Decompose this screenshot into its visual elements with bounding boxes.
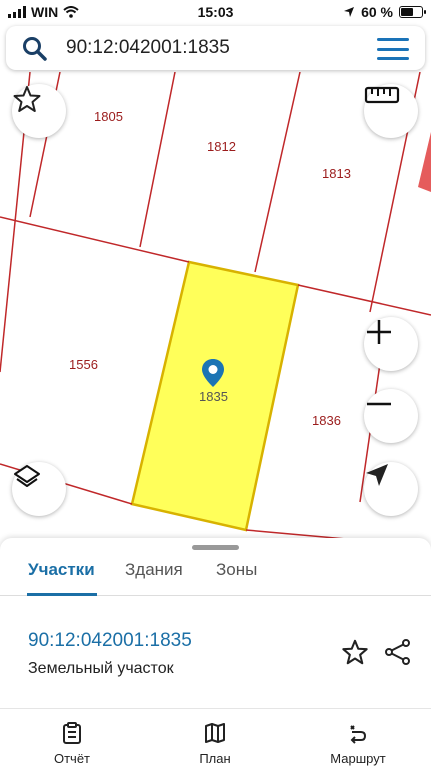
battery-icon xyxy=(399,6,426,18)
layers-button[interactable] xyxy=(12,462,66,516)
route-icon xyxy=(350,725,367,744)
plot-label: 1556 xyxy=(69,357,98,372)
sheet-drag-handle[interactable] xyxy=(192,545,239,550)
search-input[interactable] xyxy=(66,32,356,64)
nav-report-label: Отчёт xyxy=(53,751,91,766)
battery-percent: 60 % xyxy=(361,4,393,20)
report-icon xyxy=(63,722,81,744)
plot-label-selected: 1835 xyxy=(199,389,228,404)
nav-report[interactable]: Отчёт xyxy=(12,709,132,768)
favorite-star-icon[interactable] xyxy=(341,638,369,666)
map-plan-icon xyxy=(205,723,225,743)
cadastral-map[interactable]: 1805 1812 1813 1556 1835 1836 xyxy=(0,72,431,542)
location-arrow-icon xyxy=(344,7,355,17)
nav-route-label: Маршрут xyxy=(330,751,386,766)
nav-plan-label: План xyxy=(199,751,231,766)
nav-plan[interactable]: План xyxy=(155,709,275,768)
nav-route[interactable]: Маршрут xyxy=(298,709,418,768)
plot-label: 1812 xyxy=(207,139,236,154)
tab-plots[interactable]: Участки xyxy=(28,560,95,580)
status-bar: WIN 15:03 60 % xyxy=(0,0,431,24)
favorite-button[interactable] xyxy=(12,84,66,138)
search-icon[interactable] xyxy=(22,36,48,62)
tab-buildings[interactable]: Здания xyxy=(125,560,183,580)
navigation-arrow-icon xyxy=(366,464,388,486)
map-edge-parcel xyxy=(418,132,431,192)
zoom-out-button[interactable] xyxy=(364,389,418,443)
parcel-type: Земельный участок xyxy=(28,660,174,677)
menu-icon[interactable] xyxy=(377,38,409,60)
status-right: 60 % xyxy=(343,4,426,20)
active-tab-indicator xyxy=(27,593,97,596)
minus-icon xyxy=(367,402,391,406)
search-bar xyxy=(6,26,425,70)
ruler-icon xyxy=(364,86,400,104)
plus-icon xyxy=(367,320,391,344)
my-location-button[interactable] xyxy=(364,462,418,516)
plot-label: 1836 xyxy=(312,413,341,428)
zoom-in-button[interactable] xyxy=(364,317,418,371)
bottom-navigation: Отчёт План Маршрут xyxy=(0,708,431,768)
layers-icon xyxy=(14,465,40,487)
plot-label: 1813 xyxy=(322,166,351,181)
tab-zones[interactable]: Зоны xyxy=(216,560,257,580)
share-icon[interactable] xyxy=(384,638,412,666)
star-icon xyxy=(13,86,41,112)
location-pin-icon[interactable] xyxy=(201,358,225,388)
plot-label: 1805 xyxy=(94,109,123,124)
sheet-tabs: Участки Здания Зоны xyxy=(0,552,431,596)
ruler-button[interactable] xyxy=(364,84,418,138)
parcel-cadastral-number[interactable]: 90:12:042001:1835 xyxy=(28,630,192,652)
info-sheet: Участки Здания Зоны 90:12:042001:1835 Зе… xyxy=(0,538,431,716)
